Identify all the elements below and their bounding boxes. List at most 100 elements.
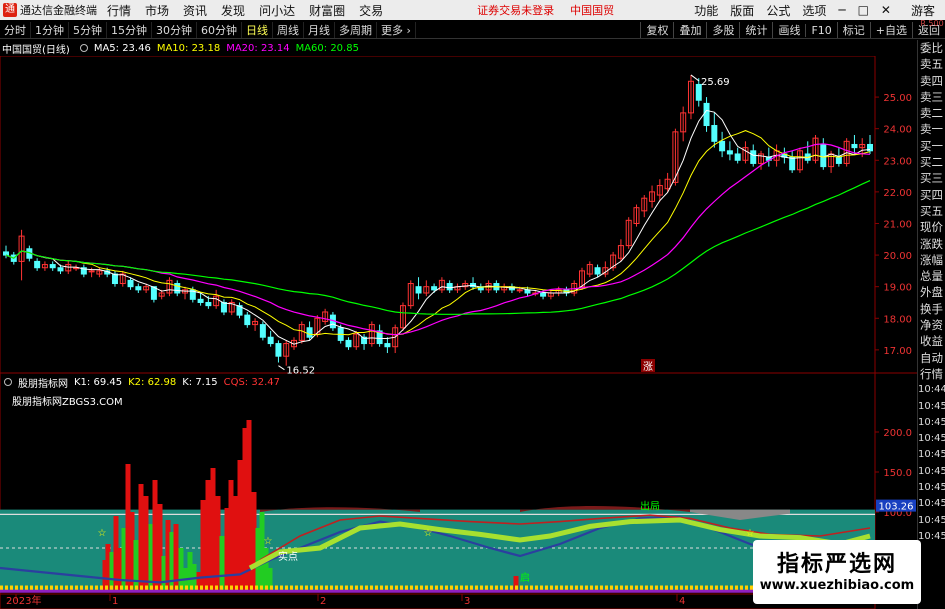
candle-down xyxy=(275,343,282,357)
side-time: 10:45 xyxy=(918,498,945,510)
menu-xuanxiang[interactable]: 选项 xyxy=(802,2,826,19)
cqs-value: CQS: 32.47 xyxy=(223,376,280,388)
tab-1min[interactable]: 1分钟 xyxy=(31,21,69,38)
candle-down xyxy=(835,156,842,164)
side-time: 10:45 xyxy=(918,433,945,445)
menu-hangqing[interactable]: 行情 xyxy=(107,2,131,19)
side-sell2[interactable]: 卖二 xyxy=(918,105,945,121)
ma60-line xyxy=(5,180,871,315)
high-marker xyxy=(690,74,700,82)
period-toolbar: 分时 1分钟 5分钟 15分钟 30分钟 60分钟 日线 周线 月线 多周期 更… xyxy=(0,21,945,39)
star-marker: ☆ xyxy=(424,528,433,539)
x-tick-label: 2023年 xyxy=(6,594,41,607)
candle-down xyxy=(57,267,64,272)
side-time: 10:45 xyxy=(918,416,945,428)
menu-gongshi[interactable]: 公式 xyxy=(766,2,790,19)
candle-down xyxy=(594,267,601,275)
side-sell1[interactable]: 卖一 xyxy=(918,121,945,137)
side-quote[interactable]: 行情 xyxy=(918,366,945,382)
side-price[interactable]: 现价 xyxy=(918,219,945,235)
menu-faxian[interactable]: 发现 xyxy=(221,2,245,19)
diejia-button[interactable]: 叠加 xyxy=(673,22,706,38)
tab-multi-period[interactable]: 多周期 xyxy=(335,21,377,38)
side-turnover[interactable]: 换手 xyxy=(918,301,945,317)
candle-down xyxy=(820,143,827,168)
tab-5min[interactable]: 5分钟 xyxy=(69,21,107,38)
side-sell3[interactable]: 卖三 xyxy=(918,89,945,105)
indicator-title: 股朋指标网 xyxy=(18,378,68,390)
price-tick-label: 22.00 xyxy=(883,188,912,199)
menubar: 通 通达信金融终端 行情 市场 资讯 发现 问小达 财富圈 交易 证券交易未登录… xyxy=(0,0,945,20)
side-outer[interactable]: 外盘 xyxy=(918,284,945,300)
side-sell5[interactable]: 卖五 xyxy=(918,56,945,72)
ma5-value: MA5: 23.46 xyxy=(93,42,151,54)
ind-bar-red xyxy=(138,484,144,592)
side-buy4[interactable]: 买四 xyxy=(918,187,945,203)
candle-down xyxy=(789,156,796,171)
side-netasset[interactable]: 净资 xyxy=(918,317,945,333)
side-volume[interactable]: 总量 xyxy=(918,268,945,284)
kline-chart[interactable]: 17.00 18.00 19.00 20.00 21.00 22.00 23.00 24.00… xyxy=(0,56,917,609)
f10-button[interactable]: F10 xyxy=(805,23,836,37)
tab-daily[interactable]: 日线 xyxy=(242,21,273,38)
side-earnings[interactable]: 收益 xyxy=(918,333,945,349)
ma10-line xyxy=(5,130,871,336)
candle-down xyxy=(750,150,757,164)
candle-down xyxy=(306,327,313,338)
huaxian-button[interactable]: 画线 xyxy=(772,22,805,38)
side-buy2[interactable]: 买二 xyxy=(918,154,945,170)
menu-wenxiaoda[interactable]: 问小达 xyxy=(259,2,295,19)
tab-more[interactable]: 更多 › xyxy=(377,21,416,38)
side-buy1[interactable]: 买一 xyxy=(918,138,945,154)
side-auto[interactable]: 自动 xyxy=(918,350,945,366)
biaoji-button[interactable]: 标记 xyxy=(836,22,870,38)
side-change[interactable]: 涨跌 xyxy=(918,236,945,252)
settings-circle-icon[interactable] xyxy=(79,44,88,52)
menu-caifuquan[interactable]: 财富圈 xyxy=(309,2,345,19)
price-tick-label: 18.00 xyxy=(883,314,912,325)
side-change-pct[interactable]: 涨幅 xyxy=(918,252,945,268)
candle-down xyxy=(540,292,547,297)
menu-banmian[interactable]: 版面 xyxy=(730,2,754,19)
menu-gongneng[interactable]: 功能 xyxy=(694,2,718,19)
k-value: K: 7.15 xyxy=(182,376,218,388)
fuquan-button[interactable]: 复权 xyxy=(640,22,673,38)
side-weibi[interactable]: 委比 xyxy=(918,40,945,56)
indicator-circle-icon[interactable] xyxy=(4,378,12,386)
tab-monthly[interactable]: 月线 xyxy=(304,21,335,38)
chu-ju-label: 出局 xyxy=(640,500,660,513)
menu-zixun[interactable]: 资讯 xyxy=(183,2,207,19)
side-time: 10:45 xyxy=(918,465,945,477)
ma60-value: MA60: 20.85 xyxy=(295,42,359,54)
candle-down xyxy=(415,286,422,294)
side-sell4[interactable]: 卖四 xyxy=(918,73,945,89)
minimize-icon[interactable]: ─ xyxy=(838,3,845,17)
tab-30min[interactable]: 30分钟 xyxy=(152,21,197,38)
candle-down xyxy=(259,324,266,338)
indicator-subtitle: 股朋指标网ZBGS3.COM xyxy=(12,397,123,408)
tongji-button[interactable]: 统计 xyxy=(739,22,772,38)
menu-shichang[interactable]: 市场 xyxy=(145,2,169,19)
candle-down xyxy=(345,339,352,348)
candle-down xyxy=(244,314,251,326)
duogu-button[interactable]: 多股 xyxy=(706,22,739,38)
add-watchlist-button[interactable]: +自选 xyxy=(869,22,912,38)
price-info-bar: 中国国贸(日线) MA5: 23.46 MA10: 23.18 MA20: 23… xyxy=(0,40,365,56)
candle-down xyxy=(711,125,718,142)
tab-weekly[interactable]: 周线 xyxy=(273,21,304,38)
guest-button[interactable]: 游客 xyxy=(911,2,935,19)
qi-label: 启 xyxy=(520,571,530,584)
shi-dian-label: 实点 xyxy=(278,550,298,563)
chart-title: 中国国贸(日线) xyxy=(2,44,70,56)
side-buy3[interactable]: 买三 xyxy=(918,170,945,186)
close-icon[interactable]: ✕ xyxy=(881,3,891,17)
login-warning[interactable]: 证券交易未登录 xyxy=(477,2,554,18)
tab-15min[interactable]: 15分钟 xyxy=(107,21,152,38)
maximize-icon[interactable]: □ xyxy=(858,3,869,17)
menu-jiaoyi[interactable]: 交易 xyxy=(359,2,383,19)
r-indicator: R 500 xyxy=(920,19,944,28)
side-buy5[interactable]: 买五 xyxy=(918,203,945,219)
tab-60min[interactable]: 60分钟 xyxy=(197,21,242,38)
tab-fenshi[interactable]: 分时 xyxy=(0,21,31,38)
app-name: 通达信金融终端 xyxy=(20,4,97,17)
